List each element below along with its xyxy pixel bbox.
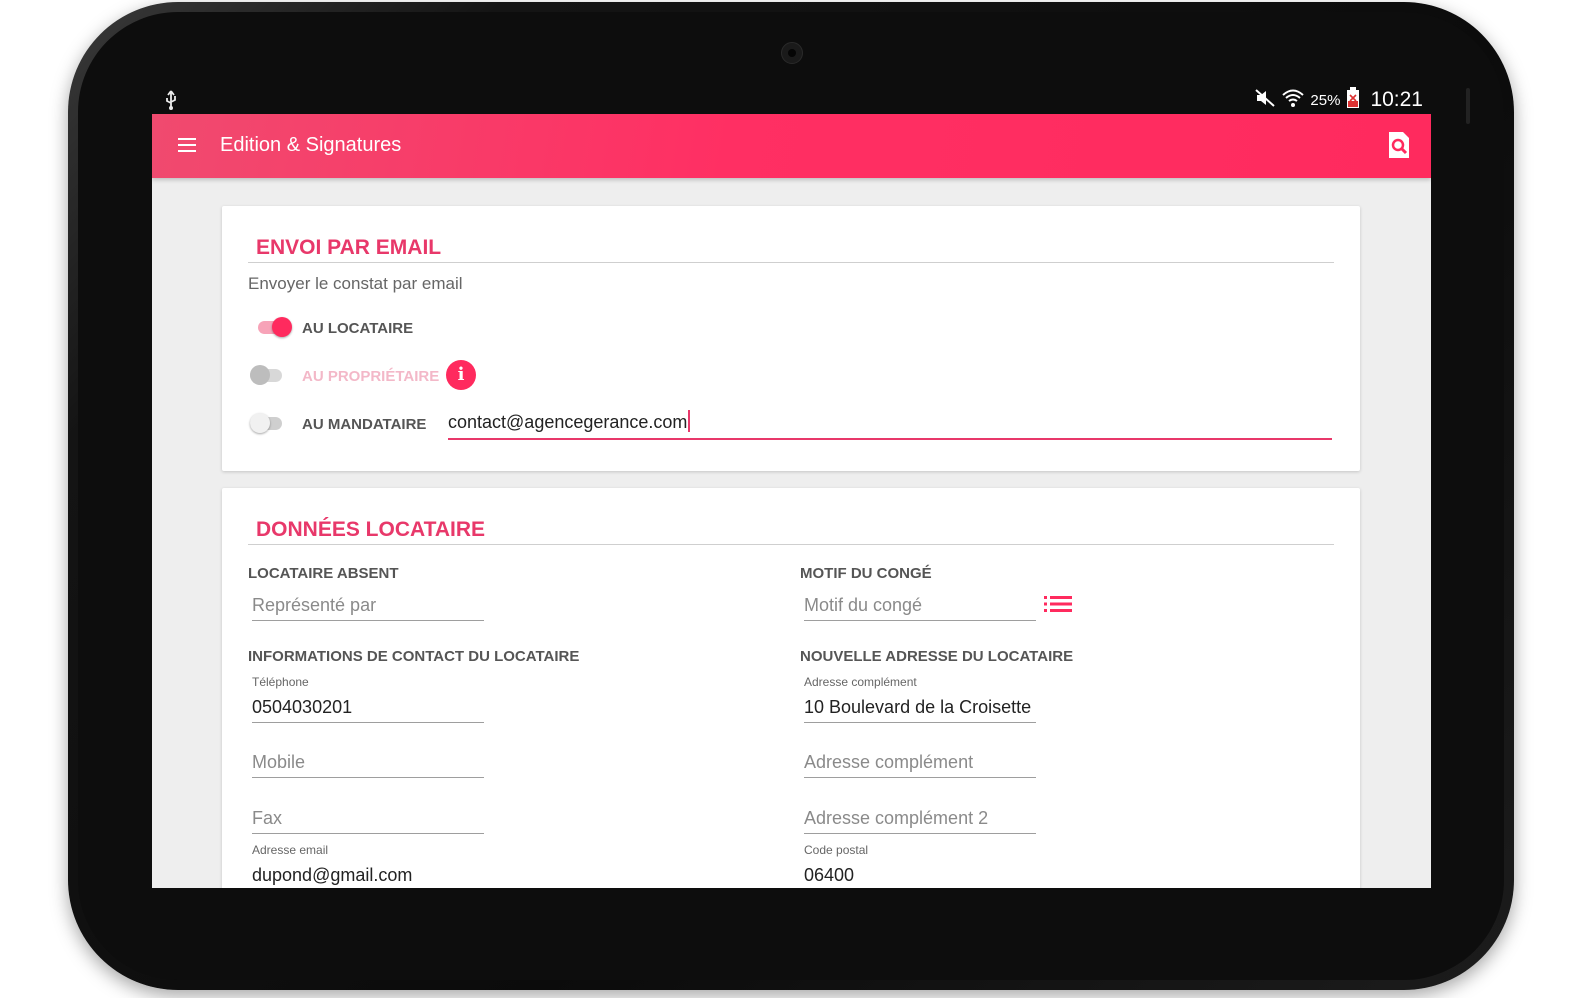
list-icon[interactable] (1044, 594, 1072, 614)
address-complement-field[interactable]: Adresse complément (804, 743, 1036, 778)
status-bar: 25% 10:21 (152, 86, 1431, 114)
toggle-mandataire[interactable] (250, 411, 284, 435)
header-new-address: NOUVELLE ADRESSE DU LOCATAIRE (800, 648, 1074, 665)
info-icon[interactable]: i (446, 360, 476, 390)
address-field[interactable]: 10 Boulevard de la Croisette (804, 688, 1036, 723)
telephone-label: Téléphone (252, 675, 309, 689)
clock: 10:21 (1370, 88, 1423, 111)
fax-field[interactable]: Fax (252, 799, 484, 834)
toggle-label-locataire: AU LOCATAIRE (302, 320, 414, 337)
app-bar: Edition & Signatures (152, 114, 1431, 178)
section-divider (248, 544, 1334, 545)
wifi-icon (1282, 88, 1305, 113)
header-locataire-absent: LOCATAIRE ABSENT (248, 565, 399, 582)
address-value: 10 Boulevard de la Croisette (804, 697, 1032, 717)
front-camera (781, 42, 803, 64)
usb-icon (164, 90, 178, 115)
side-button (1466, 88, 1470, 124)
hamburger-menu-icon[interactable] (178, 138, 196, 154)
motif-conge-placeholder: Motif du congé (804, 595, 923, 615)
text-caret (688, 410, 690, 432)
app-title: Edition & Signatures (220, 134, 402, 156)
postal-code-label: Code postal (804, 843, 869, 857)
header-contact-info: INFORMATIONS DE CONTACT DU LOCATAIRE (248, 648, 580, 665)
toggle-locataire[interactable] (258, 315, 292, 339)
email-label: Adresse email (252, 843, 329, 857)
telephone-value: 0504030201 (252, 697, 353, 717)
mobile-placeholder: Mobile (252, 752, 306, 772)
section-divider (248, 262, 1334, 263)
fax-placeholder: Fax (252, 808, 283, 828)
postal-code-field[interactable]: 06400 (804, 856, 1036, 888)
email-value: dupond@gmail.com (252, 865, 413, 885)
mobile-field[interactable]: Mobile (252, 743, 484, 778)
section-title-email: ENVOI PAR EMAIL (256, 236, 442, 259)
section-title-tenant: DONNÉES LOCATAIRE (256, 518, 486, 541)
email-card: ENVOI PAR EMAIL Envoyer le constat par e… (222, 206, 1360, 471)
email-field[interactable]: dupond@gmail.com (252, 856, 484, 888)
address-complement-placeholder: Adresse complément (804, 752, 974, 772)
represented-by-field[interactable]: Représenté par (252, 586, 484, 621)
address-complement2-placeholder: Adresse complément 2 (804, 808, 989, 828)
postal-code-value: 06400 (804, 865, 855, 885)
email-subtitle: Envoyer le constat par email (248, 274, 463, 293)
toggle-label-mandataire: AU MANDATAIRE (302, 416, 427, 433)
toggle-proprietaire (250, 363, 284, 387)
mute-icon (1254, 88, 1276, 113)
header-motif-conge: MOTIF DU CONGÉ (800, 565, 932, 582)
battery-icon (1346, 86, 1360, 114)
app-screen: Edition & Signatures ENVOI PAR EMAIL Env… (152, 114, 1431, 888)
telephone-field[interactable]: 0504030201 (252, 688, 484, 723)
represented-by-placeholder: Représenté par (252, 595, 377, 615)
toggle-label-proprietaire: AU PROPRIÉTAIRE (302, 368, 440, 385)
address-label: Adresse complément (804, 675, 917, 689)
document-search-icon[interactable] (1387, 131, 1411, 159)
tenant-card: DONNÉES LOCATAIRE LOCATAIRE ABSENT Repré… (222, 488, 1360, 888)
battery-percent: 25% (1310, 91, 1341, 109)
mandataire-email-input[interactable] (448, 406, 1332, 440)
address-complement2-field[interactable]: Adresse complément 2 (804, 799, 1036, 834)
motif-conge-field[interactable]: Motif du congé (804, 586, 1036, 621)
